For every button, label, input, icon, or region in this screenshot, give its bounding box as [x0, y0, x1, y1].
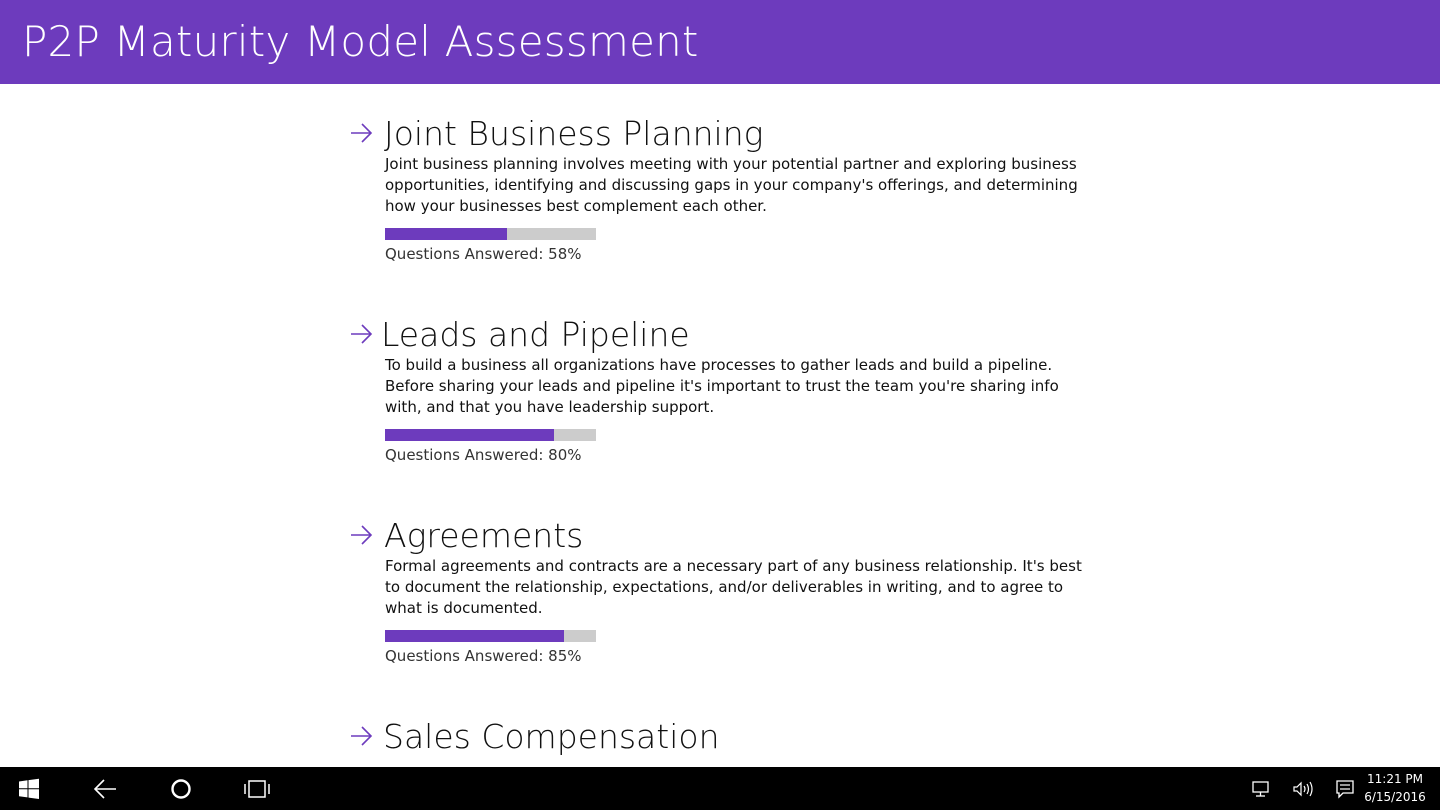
assessment-section-list[interactable]: Joint Business Planning Joint business p… — [0, 84, 1440, 767]
app-title: P2P Maturity Model Assessment — [22, 17, 699, 66]
section-description: To build a business all organizations ha… — [385, 356, 1059, 416]
arrow-right-icon[interactable] — [348, 321, 374, 347]
taskbar-clock[interactable]: 11:21 PM 6/15/2016 — [1360, 770, 1430, 806]
arrow-right-icon[interactable] — [348, 723, 374, 749]
progress-fill — [385, 228, 508, 240]
arrow-right-icon[interactable] — [348, 522, 374, 548]
task-view-icon[interactable] — [240, 767, 274, 810]
progress-label: Questions Answered: 80% — [385, 446, 582, 464]
section-title[interactable]: Sales Compensation — [383, 717, 720, 757]
action-center-icon[interactable] — [1332, 767, 1358, 810]
progress-fill — [385, 630, 565, 642]
section-title[interactable]: Leads and Pipeline — [381, 315, 690, 355]
progress-label: Questions Answered: 85% — [385, 647, 582, 665]
app-header: P2P Maturity Model Assessment — [0, 0, 1440, 84]
network-icon[interactable] — [1248, 767, 1274, 810]
progress-bar — [385, 429, 596, 441]
section-description: Formal agreements and contracts are a ne… — [385, 557, 1082, 617]
back-arrow-icon[interactable] — [88, 767, 122, 810]
cortana-circle-icon[interactable] — [164, 767, 198, 810]
progress-fill — [385, 429, 554, 441]
windows-taskbar: 11:21 PM 6/15/2016 — [0, 767, 1440, 810]
section-description: Joint business planning involves meeting… — [385, 155, 1078, 215]
clock-date: 6/15/2016 — [1364, 790, 1426, 804]
clock-time: 11:21 PM — [1367, 772, 1423, 786]
section-title[interactable]: Agreements — [384, 516, 583, 556]
volume-icon[interactable] — [1290, 767, 1316, 810]
progress-bar — [385, 630, 596, 642]
progress-bar — [385, 228, 596, 240]
progress-label: Questions Answered: 58% — [385, 245, 582, 263]
windows-start-icon[interactable] — [12, 767, 46, 810]
arrow-right-icon[interactable] — [348, 120, 374, 146]
section-title[interactable]: Joint Business Planning — [384, 114, 763, 154]
